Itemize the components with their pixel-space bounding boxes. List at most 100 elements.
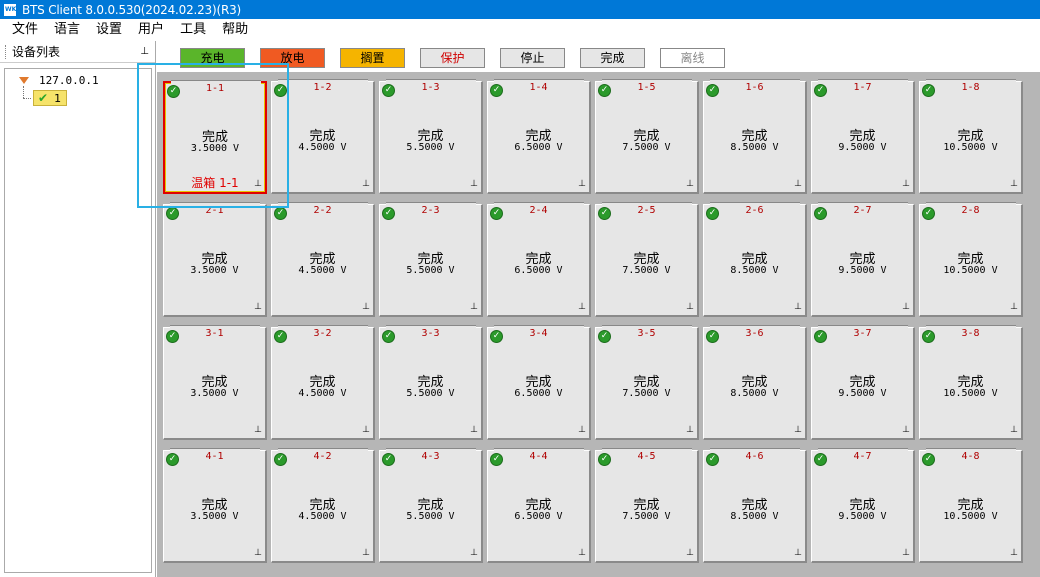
pin-icon[interactable]: ⊥: [902, 549, 910, 558]
legend-offline-button[interactable]: 离线: [660, 48, 725, 68]
pin-icon[interactable]: ⊥: [1010, 549, 1018, 558]
pin-icon[interactable]: ⊥: [362, 180, 370, 189]
channel-id: 2-6: [745, 205, 764, 216]
menu-file[interactable]: 文件: [0, 19, 46, 41]
channel-cell[interactable]: 4-2 ✓ 完成 4.5000 V ⊥: [271, 448, 375, 563]
menu-language[interactable]: 语言: [46, 19, 88, 41]
channel-cell[interactable]: 2-2 ✓ 完成 4.5000 V ⊥: [271, 202, 375, 317]
channel-cell[interactable]: 4-7 ✓ 完成 9.5000 V ⊥: [811, 448, 915, 563]
channel-id: 2-2: [313, 205, 332, 216]
pin-icon[interactable]: ⊥: [254, 426, 262, 435]
channel-cell[interactable]: 4-8 ✓ 完成 10.5000 V ⊥: [919, 448, 1023, 563]
pin-icon[interactable]: ⊥: [686, 549, 694, 558]
channel-cell[interactable]: 3-3 ✓ 完成 5.5000 V ⊥: [379, 325, 483, 440]
channel-cell[interactable]: 3-6 ✓ 完成 8.5000 V ⊥: [703, 325, 807, 440]
pin-icon[interactable]: ⊥: [1010, 303, 1018, 312]
channel-cell[interactable]: 3-2 ✓ 完成 4.5000 V ⊥: [271, 325, 375, 440]
legend-protect-button[interactable]: 保护: [420, 48, 485, 68]
pin-icon[interactable]: ⊥: [1010, 426, 1018, 435]
pin-icon[interactable]: ⊥: [578, 180, 586, 189]
channel-cell[interactable]: 1-8 ✓ 完成 10.5000 V ⊥: [919, 79, 1023, 194]
pin-icon[interactable]: ⊥: [794, 180, 802, 189]
legend-rest-button[interactable]: 搁置: [340, 48, 405, 68]
pin-icon[interactable]: ⊥: [140, 46, 149, 57]
channel-cell[interactable]: 3-7 ✓ 完成 9.5000 V ⊥: [811, 325, 915, 440]
channel-cell[interactable]: 1-3 ✓ 完成 5.5000 V ⊥: [379, 79, 483, 194]
pin-icon[interactable]: ⊥: [902, 426, 910, 435]
pin-icon[interactable]: ⊥: [362, 549, 370, 558]
pin-icon[interactable]: ⊥: [794, 303, 802, 312]
tree-node-device[interactable]: ✔ 1: [33, 90, 67, 106]
check-circle-icon: ✓: [274, 330, 287, 343]
channel-cell[interactable]: 1-4 ✓ 完成 6.5000 V ⊥: [487, 79, 591, 194]
channel-id: 3-6: [745, 328, 764, 339]
check-circle-icon: ✓: [706, 453, 719, 466]
channel-id: 1-2: [313, 82, 332, 93]
pin-icon[interactable]: ⊥: [470, 180, 478, 189]
pin-icon[interactable]: ⊥: [578, 549, 586, 558]
pin-icon[interactable]: ⊥: [254, 303, 262, 312]
channel-voltage: 4.5000 V: [298, 388, 347, 399]
channel-id: 2-5: [637, 205, 656, 216]
channel-cell[interactable]: 1-6 ✓ 完成 8.5000 V ⊥: [703, 79, 807, 194]
channel-voltage: 3.5000 V: [190, 388, 239, 399]
channel-cell[interactable]: 3-4 ✓ 完成 6.5000 V ⊥: [487, 325, 591, 440]
channel-cell[interactable]: 2-3 ✓ 完成 5.5000 V ⊥: [379, 202, 483, 317]
pin-icon[interactable]: ⊥: [686, 426, 694, 435]
menu-user[interactable]: 用户: [130, 19, 172, 41]
channel-cell[interactable]: 1-7 ✓ 完成 9.5000 V ⊥: [811, 79, 915, 194]
check-circle-icon: ✓: [382, 207, 395, 220]
pin-icon[interactable]: ⊥: [578, 303, 586, 312]
menu-settings[interactable]: 设置: [88, 19, 130, 41]
channel-cell[interactable]: 4-3 ✓ 完成 5.5000 V ⊥: [379, 448, 483, 563]
pin-icon[interactable]: ⊥: [794, 549, 802, 558]
tree-node-host[interactable]: 127.0.0.1: [19, 74, 99, 87]
pin-icon[interactable]: ⊥: [362, 426, 370, 435]
channel-cell[interactable]: 2-1 ✓ 完成 3.5000 V ⊥: [163, 202, 267, 317]
channel-cell[interactable]: 3-8 ✓ 完成 10.5000 V ⊥: [919, 325, 1023, 440]
channel-voltage: 9.5000 V: [838, 388, 887, 399]
pin-icon[interactable]: ⊥: [578, 426, 586, 435]
channel-cell[interactable]: 1-1 ✓ 完成 3.5000 V 温箱 1-1 ⊥: [163, 80, 267, 194]
channel-cell[interactable]: 3-1 ✓ 完成 3.5000 V ⊥: [163, 325, 267, 440]
pin-icon[interactable]: ⊥: [686, 303, 694, 312]
channel-cell[interactable]: 4-4 ✓ 完成 6.5000 V ⊥: [487, 448, 591, 563]
channel-cell[interactable]: 2-4 ✓ 完成 6.5000 V ⊥: [487, 202, 591, 317]
pin-icon[interactable]: ⊥: [794, 426, 802, 435]
window-title: BTS Client 8.0.0.530(2024.02.23)(R3): [22, 2, 242, 17]
channel-cell[interactable]: 2-8 ✓ 完成 10.5000 V ⊥: [919, 202, 1023, 317]
legend-complete-button[interactable]: 完成: [580, 48, 645, 68]
channel-cell[interactable]: 4-6 ✓ 完成 8.5000 V ⊥: [703, 448, 807, 563]
channel-id: 2-3: [421, 205, 440, 216]
channel-cell[interactable]: 2-7 ✓ 完成 9.5000 V ⊥: [811, 202, 915, 317]
pin-icon[interactable]: ⊥: [254, 180, 262, 189]
channel-cell[interactable]: 2-5 ✓ 完成 7.5000 V ⊥: [595, 202, 699, 317]
check-circle-icon: ✓: [598, 207, 611, 220]
legend-stop-button[interactable]: 停止: [500, 48, 565, 68]
channel-cell[interactable]: 1-2 ✓ 完成 4.5000 V ⊥: [271, 79, 375, 194]
channel-cell[interactable]: 4-5 ✓ 完成 7.5000 V ⊥: [595, 448, 699, 563]
legend-charge-button[interactable]: 充电: [180, 48, 245, 68]
menu-help[interactable]: 帮助: [214, 19, 256, 41]
check-circle-icon: ✓: [274, 84, 287, 97]
menu-tools[interactable]: 工具: [172, 19, 214, 41]
channel-voltage: 3.5000 V: [190, 511, 239, 522]
pin-icon[interactable]: ⊥: [362, 303, 370, 312]
pin-icon[interactable]: ⊥: [902, 180, 910, 189]
legend-discharge-button[interactable]: 放电: [260, 48, 325, 68]
pin-icon[interactable]: ⊥: [1010, 180, 1018, 189]
channel-voltage: 10.5000 V: [943, 388, 998, 399]
pin-icon[interactable]: ⊥: [254, 549, 262, 558]
channel-voltage: 3.5000 V: [190, 265, 239, 276]
pin-icon[interactable]: ⊥: [470, 549, 478, 558]
channel-cell[interactable]: 3-5 ✓ 完成 7.5000 V ⊥: [595, 325, 699, 440]
pin-icon[interactable]: ⊥: [470, 426, 478, 435]
channel-cell[interactable]: 2-6 ✓ 完成 8.5000 V ⊥: [703, 202, 807, 317]
channel-cell[interactable]: 4-1 ✓ 完成 3.5000 V ⊥: [163, 448, 267, 563]
channel-cell[interactable]: 1-5 ✓ 完成 7.5000 V ⊥: [595, 79, 699, 194]
expand-caret-icon[interactable]: [19, 77, 29, 84]
pin-icon[interactable]: ⊥: [686, 180, 694, 189]
channel-id: 4-6: [745, 451, 764, 462]
pin-icon[interactable]: ⊥: [470, 303, 478, 312]
pin-icon[interactable]: ⊥: [902, 303, 910, 312]
